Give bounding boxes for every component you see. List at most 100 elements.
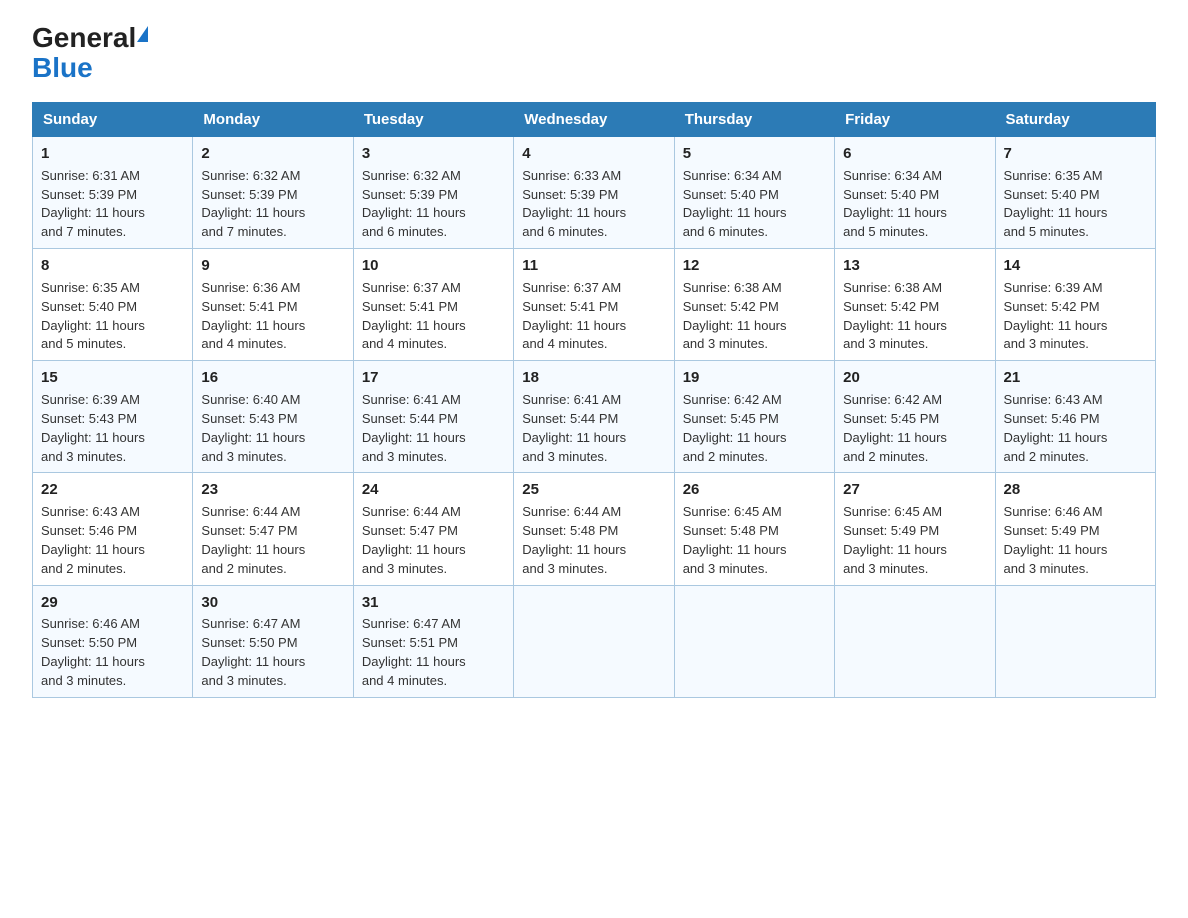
- day-number: 21: [1004, 367, 1147, 389]
- day-info: Sunrise: 6:32 AMSunset: 5:39 PMDaylight:…: [201, 168, 305, 240]
- calendar-cell: 15 Sunrise: 6:39 AMSunset: 5:43 PMDayligh…: [33, 361, 193, 473]
- calendar-cell: 11 Sunrise: 6:37 AMSunset: 5:41 PMDayligh…: [514, 249, 674, 361]
- day-info: Sunrise: 6:37 AMSunset: 5:41 PMDaylight:…: [362, 280, 466, 352]
- calendar-cell: 3Sunrise: 6:32 AMSunset: 5:39 PMDaylight…: [353, 137, 513, 249]
- day-number: 2: [201, 143, 344, 165]
- calendar-week-row: 1 Sunrise: 6:31 AMSunset: 5:39 PMDaylight…: [33, 137, 1156, 249]
- day-info: Sunrise: 6:47 AMSunset: 5:51 PMDaylight:…: [362, 616, 466, 688]
- day-number: 24: [362, 479, 505, 501]
- calendar-cell: 25 Sunrise: 6:44 AMSunset: 5:48 PMDayligh…: [514, 473, 674, 585]
- calendar-cell: 18Sunrise: 6:41 AMSunset: 5:44 PMDayligh…: [514, 361, 674, 473]
- calendar-cell: 2 Sunrise: 6:32 AMSunset: 5:39 PMDaylight…: [193, 137, 353, 249]
- calendar-week-row: 15 Sunrise: 6:39 AMSunset: 5:43 PMDayligh…: [33, 361, 1156, 473]
- calendar-week-row: 22 Sunrise: 6:43 AMSunset: 5:46 PMDayligh…: [33, 473, 1156, 585]
- day-info: Sunrise: 6:43 AMSunset: 5:46 PMDaylight:…: [1004, 392, 1108, 464]
- day-info: Sunrise: 6:41 AMSunset: 5:44 PMDaylight:…: [522, 392, 626, 464]
- day-info: Sunrise: 6:46 AMSunset: 5:50 PMDaylight:…: [41, 616, 145, 688]
- day-number: 11: [522, 255, 665, 277]
- calendar-cell: [674, 585, 834, 697]
- day-number: 27: [843, 479, 986, 501]
- day-number: 10: [362, 255, 505, 277]
- calendar-table: SundayMondayTuesdayWednesdayThursdayFrid…: [32, 102, 1156, 698]
- calendar-cell: 31Sunrise: 6:47 AMSunset: 5:51 PMDayligh…: [353, 585, 513, 697]
- day-info: Sunrise: 6:37 AMSunset: 5:41 PMDaylight:…: [522, 280, 626, 352]
- calendar-cell: 30Sunrise: 6:47 AMSunset: 5:50 PMDayligh…: [193, 585, 353, 697]
- day-number: 12: [683, 255, 826, 277]
- day-number: 17: [362, 367, 505, 389]
- calendar-cell: 6Sunrise: 6:34 AMSunset: 5:40 PMDaylight…: [835, 137, 995, 249]
- day-number: 5: [683, 143, 826, 165]
- day-info: Sunrise: 6:44 AMSunset: 5:47 PMDaylight:…: [362, 504, 466, 576]
- day-info: Sunrise: 6:43 AMSunset: 5:46 PMDaylight:…: [41, 504, 145, 576]
- calendar-cell: 16 Sunrise: 6:40 AMSunset: 5:43 PMDayligh…: [193, 361, 353, 473]
- calendar-cell: [995, 585, 1155, 697]
- day-info: Sunrise: 6:46 AMSunset: 5:49 PMDaylight:…: [1004, 504, 1108, 576]
- calendar-cell: 13 Sunrise: 6:38 AMSunset: 5:42 PMDayligh…: [835, 249, 995, 361]
- day-number: 19: [683, 367, 826, 389]
- calendar-header-row: SundayMondayTuesdayWednesdayThursdayFrid…: [33, 103, 1156, 137]
- calendar-cell: 17Sunrise: 6:41 AMSunset: 5:44 PMDayligh…: [353, 361, 513, 473]
- day-info: Sunrise: 6:33 AMSunset: 5:39 PMDaylight:…: [522, 168, 626, 240]
- page-header: General Blue: [32, 24, 1156, 84]
- day-info: Sunrise: 6:44 AMSunset: 5:48 PMDaylight:…: [522, 504, 626, 576]
- calendar-cell: [835, 585, 995, 697]
- calendar-cell: [514, 585, 674, 697]
- day-info: Sunrise: 6:39 AMSunset: 5:43 PMDaylight:…: [41, 392, 145, 464]
- day-number: 23: [201, 479, 344, 501]
- calendar-cell: 20 Sunrise: 6:42 AMSunset: 5:45 PMDayligh…: [835, 361, 995, 473]
- day-info: Sunrise: 6:45 AMSunset: 5:48 PMDaylight:…: [683, 504, 787, 576]
- day-number: 29: [41, 592, 184, 614]
- day-number: 25: [522, 479, 665, 501]
- calendar-cell: 9 Sunrise: 6:36 AMSunset: 5:41 PMDaylight…: [193, 249, 353, 361]
- day-info: Sunrise: 6:34 AMSunset: 5:40 PMDaylight:…: [843, 168, 947, 240]
- calendar-cell: 4Sunrise: 6:33 AMSunset: 5:39 PMDaylight…: [514, 137, 674, 249]
- day-info: Sunrise: 6:39 AMSunset: 5:42 PMDaylight:…: [1004, 280, 1108, 352]
- day-number: 9: [201, 255, 344, 277]
- logo-triangle-icon: [137, 26, 148, 42]
- calendar-cell: 7 Sunrise: 6:35 AMSunset: 5:40 PMDaylight…: [995, 137, 1155, 249]
- day-info: Sunrise: 6:38 AMSunset: 5:42 PMDaylight:…: [683, 280, 787, 352]
- day-info: Sunrise: 6:36 AMSunset: 5:41 PMDaylight:…: [201, 280, 305, 352]
- calendar-cell: 14 Sunrise: 6:39 AMSunset: 5:42 PMDayligh…: [995, 249, 1155, 361]
- day-info: Sunrise: 6:42 AMSunset: 5:45 PMDaylight:…: [683, 392, 787, 464]
- day-number: 14: [1004, 255, 1147, 277]
- calendar-cell: 5 Sunrise: 6:34 AMSunset: 5:40 PMDaylight…: [674, 137, 834, 249]
- day-number: 16: [201, 367, 344, 389]
- day-info: Sunrise: 6:42 AMSunset: 5:45 PMDaylight:…: [843, 392, 947, 464]
- calendar-cell: 23 Sunrise: 6:44 AMSunset: 5:47 PMDayligh…: [193, 473, 353, 585]
- calendar-cell: 22 Sunrise: 6:43 AMSunset: 5:46 PMDayligh…: [33, 473, 193, 585]
- day-info: Sunrise: 6:40 AMSunset: 5:43 PMDaylight:…: [201, 392, 305, 464]
- day-info: Sunrise: 6:35 AMSunset: 5:40 PMDaylight:…: [1004, 168, 1108, 240]
- day-number: 31: [362, 592, 505, 614]
- day-number: 8: [41, 255, 184, 277]
- col-header-thursday: Thursday: [674, 103, 834, 137]
- day-number: 22: [41, 479, 184, 501]
- calendar-cell: 26Sunrise: 6:45 AMSunset: 5:48 PMDayligh…: [674, 473, 834, 585]
- col-header-sunday: Sunday: [33, 103, 193, 137]
- day-number: 7: [1004, 143, 1147, 165]
- day-info: Sunrise: 6:47 AMSunset: 5:50 PMDaylight:…: [201, 616, 305, 688]
- calendar-cell: 21 Sunrise: 6:43 AMSunset: 5:46 PMDayligh…: [995, 361, 1155, 473]
- day-info: Sunrise: 6:32 AMSunset: 5:39 PMDaylight:…: [362, 168, 466, 240]
- day-info: Sunrise: 6:34 AMSunset: 5:40 PMDaylight:…: [683, 168, 787, 240]
- calendar-cell: 10 Sunrise: 6:37 AMSunset: 5:41 PMDayligh…: [353, 249, 513, 361]
- day-number: 30: [201, 592, 344, 614]
- col-header-wednesday: Wednesday: [514, 103, 674, 137]
- logo-blue: Blue: [32, 52, 93, 84]
- day-info: Sunrise: 6:38 AMSunset: 5:42 PMDaylight:…: [843, 280, 947, 352]
- day-info: Sunrise: 6:45 AMSunset: 5:49 PMDaylight:…: [843, 504, 947, 576]
- calendar-cell: 29Sunrise: 6:46 AMSunset: 5:50 PMDayligh…: [33, 585, 193, 697]
- day-number: 20: [843, 367, 986, 389]
- calendar-cell: 28 Sunrise: 6:46 AMSunset: 5:49 PMDayligh…: [995, 473, 1155, 585]
- day-number: 15: [41, 367, 184, 389]
- col-header-saturday: Saturday: [995, 103, 1155, 137]
- day-info: Sunrise: 6:31 AMSunset: 5:39 PMDaylight:…: [41, 168, 145, 240]
- day-number: 13: [843, 255, 986, 277]
- day-number: 1: [41, 143, 184, 165]
- day-number: 28: [1004, 479, 1147, 501]
- logo: General Blue: [32, 24, 148, 84]
- calendar-cell: 24 Sunrise: 6:44 AMSunset: 5:47 PMDayligh…: [353, 473, 513, 585]
- calendar-cell: 12 Sunrise: 6:38 AMSunset: 5:42 PMDayligh…: [674, 249, 834, 361]
- day-info: Sunrise: 6:35 AMSunset: 5:40 PMDaylight:…: [41, 280, 145, 352]
- day-info: Sunrise: 6:44 AMSunset: 5:47 PMDaylight:…: [201, 504, 305, 576]
